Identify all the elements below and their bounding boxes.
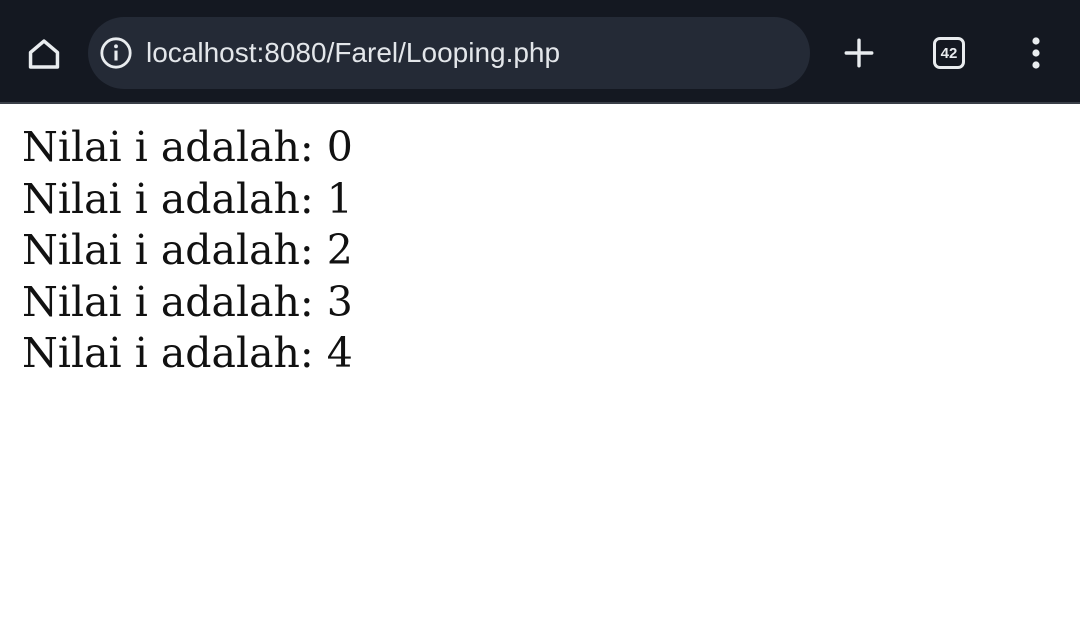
info-icon (100, 37, 132, 69)
address-bar[interactable]: localhost:8080/Farel/Looping.php (88, 17, 810, 89)
output-line: Nilai i adalah: 3 (22, 277, 353, 326)
url-text[interactable]: localhost:8080/Farel/Looping.php (146, 17, 560, 89)
kebab-menu-icon (1032, 37, 1040, 69)
output-line: Nilai i adalah: 0 (22, 123, 353, 171)
tab-switcher-icon: 42 (933, 37, 965, 69)
new-tab-button[interactable] (836, 30, 882, 76)
tab-count: 42 (940, 44, 958, 62)
browser-menu-button[interactable] (1018, 30, 1054, 76)
site-info-button[interactable] (98, 35, 134, 71)
output-line: Nilai i adalah: 2 (22, 226, 353, 274)
home-icon (28, 39, 60, 69)
output-line: Nilai i adalah: 1 (22, 174, 353, 223)
tab-switcher-button[interactable]: 42 (928, 32, 970, 74)
page-content: Nilai i adalah: 0 Nilai i adalah: 1 Nila… (22, 122, 353, 380)
output-line: Nilai i adalah: 4 (22, 329, 353, 377)
browser-toolbar: localhost:8080/Farel/Looping.php 42 (0, 0, 1080, 104)
home-button[interactable] (20, 30, 68, 78)
plus-icon (844, 38, 874, 68)
